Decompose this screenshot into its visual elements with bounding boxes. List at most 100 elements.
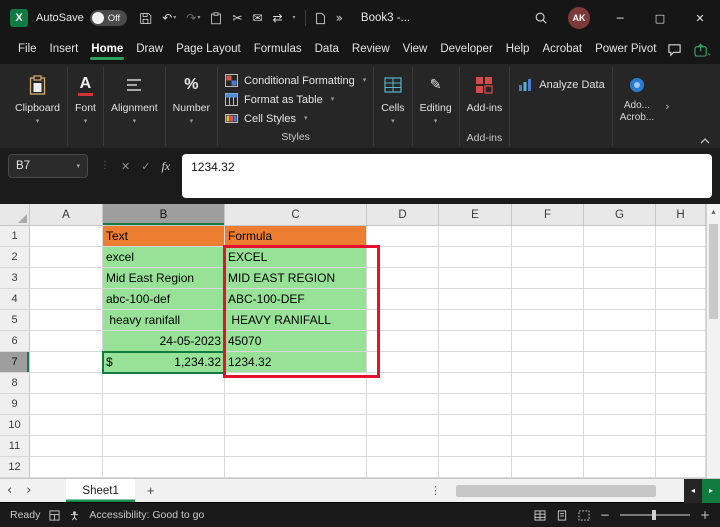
- tab-file[interactable]: File: [16, 38, 39, 63]
- cells-group[interactable]: Cells ▾: [374, 67, 413, 146]
- cell-e7[interactable]: [439, 352, 512, 373]
- cell-c2[interactable]: EXCEL: [225, 247, 367, 268]
- cell-d7[interactable]: [367, 352, 439, 373]
- tab-insert[interactable]: Insert: [48, 38, 81, 63]
- zoom-out-button[interactable]: −: [600, 509, 610, 521]
- cell-c1[interactable]: Formula: [225, 226, 367, 247]
- cell-d10[interactable]: [367, 415, 439, 436]
- row-header-11[interactable]: 11: [0, 436, 30, 457]
- cell-styles-button[interactable]: Cell Styles ▾: [225, 109, 308, 128]
- cell-g1[interactable]: [584, 226, 656, 247]
- cell-f4[interactable]: [512, 289, 584, 310]
- sync-icon[interactable]: ⇄: [268, 9, 286, 27]
- row-header-6[interactable]: 6: [0, 331, 30, 352]
- cells-chevron-icon[interactable]: ▾: [391, 118, 395, 125]
- enter-icon[interactable]: ✓: [141, 161, 150, 172]
- cell-f5[interactable]: [512, 310, 584, 331]
- format-as-table-button[interactable]: Format as Table ▾: [225, 90, 334, 109]
- cell-b9[interactable]: [103, 394, 225, 415]
- zoom-in-button[interactable]: +: [700, 509, 710, 521]
- cell-g11[interactable]: [584, 436, 656, 457]
- cell-e11[interactable]: [439, 436, 512, 457]
- cell-e9[interactable]: [439, 394, 512, 415]
- cell-g3[interactable]: [584, 268, 656, 289]
- cell-e4[interactable]: [439, 289, 512, 310]
- cell-h10[interactable]: [656, 415, 706, 436]
- column-header-d[interactable]: D: [367, 204, 439, 226]
- font-chevron-icon[interactable]: ▾: [84, 118, 88, 125]
- tab-review[interactable]: Review: [350, 38, 392, 63]
- cell-c7[interactable]: 1234.32: [225, 352, 367, 373]
- cell-a7[interactable]: [30, 352, 103, 373]
- cell-a9[interactable]: [30, 394, 103, 415]
- cell-e10[interactable]: [439, 415, 512, 436]
- cell-d3[interactable]: [367, 268, 439, 289]
- cell-h12[interactable]: [656, 457, 706, 478]
- cell-f1[interactable]: [512, 226, 584, 247]
- clipboard-group[interactable]: Clipboard ▾: [8, 67, 68, 146]
- column-header-a[interactable]: A: [30, 204, 103, 226]
- scroll-left-button[interactable]: ◂: [684, 479, 702, 503]
- avatar[interactable]: AK: [568, 7, 590, 29]
- formula-input[interactable]: 1234.32: [182, 154, 712, 198]
- row-header-7[interactable]: 7: [0, 352, 30, 373]
- cancel-icon[interactable]: ✕: [121, 161, 130, 172]
- page-break-view-icon[interactable]: [578, 509, 590, 521]
- cell-f3[interactable]: [512, 268, 584, 289]
- sheet-tab-sheet1[interactable]: Sheet1: [66, 479, 135, 502]
- column-header-h[interactable]: H: [656, 204, 706, 226]
- ribbon-more-chevron-icon[interactable]: ›: [661, 67, 673, 146]
- cell-d5[interactable]: [367, 310, 439, 331]
- minimize-button[interactable]: ─: [600, 0, 640, 36]
- ribbon-collapse-icon[interactable]: [700, 138, 710, 144]
- font-group[interactable]: A Font ▾: [68, 67, 104, 146]
- cell-c3[interactable]: MID EAST REGION: [225, 268, 367, 289]
- sheet-nav-left-icon[interactable]: ‹: [0, 484, 19, 497]
- cell-b11[interactable]: [103, 436, 225, 457]
- row-header-9[interactable]: 9: [0, 394, 30, 415]
- alignment-group[interactable]: Alignment ▾: [104, 67, 166, 146]
- cell-f10[interactable]: [512, 415, 584, 436]
- cell-e5[interactable]: [439, 310, 512, 331]
- cut-icon[interactable]: ✂: [228, 9, 246, 27]
- cell-h7[interactable]: [656, 352, 706, 373]
- normal-view-icon[interactable]: [534, 509, 546, 521]
- number-group[interactable]: % Number ▾: [166, 67, 219, 146]
- cell-b1[interactable]: Text: [103, 226, 225, 247]
- autosave-toggle[interactable]: AutoSave Off: [36, 10, 128, 26]
- sheet-nav-right-icon[interactable]: ›: [19, 484, 38, 497]
- search-icon[interactable]: [524, 11, 558, 25]
- tab-power-pivot[interactable]: Power Pivot: [593, 38, 658, 63]
- cell-e1[interactable]: [439, 226, 512, 247]
- column-header-g[interactable]: G: [584, 204, 656, 226]
- cell-h3[interactable]: [656, 268, 706, 289]
- column-header-e[interactable]: E: [439, 204, 512, 226]
- scroll-up-icon[interactable]: ▴: [707, 204, 720, 216]
- cell-c10[interactable]: [225, 415, 367, 436]
- cell-c4[interactable]: ABC-100-DEF: [225, 289, 367, 310]
- cell-g7[interactable]: [584, 352, 656, 373]
- cell-d11[interactable]: [367, 436, 439, 457]
- share-icon[interactable]: [694, 43, 711, 57]
- cell-a1[interactable]: [30, 226, 103, 247]
- cell-f12[interactable]: [512, 457, 584, 478]
- row-header-5[interactable]: 5: [0, 310, 30, 331]
- cell-d2[interactable]: [367, 247, 439, 268]
- row-header-4[interactable]: 4: [0, 289, 30, 310]
- tab-formulas[interactable]: Formulas: [252, 38, 304, 63]
- name-box[interactable]: B7 ▾: [8, 154, 88, 178]
- select-all-corner[interactable]: [0, 204, 30, 226]
- conditional-formatting-button[interactable]: Conditional Formatting ▾: [225, 71, 366, 90]
- macro-record-icon[interactable]: [49, 509, 60, 521]
- cell-h2[interactable]: [656, 247, 706, 268]
- cell-d12[interactable]: [367, 457, 439, 478]
- addins-group[interactable]: Add-ins Add-ins: [460, 67, 511, 146]
- analyze-data-button[interactable]: Analyze Data: [510, 67, 613, 146]
- cell-h5[interactable]: [656, 310, 706, 331]
- cell-d9[interactable]: [367, 394, 439, 415]
- cell-h11[interactable]: [656, 436, 706, 457]
- horizontal-scrollbar[interactable]: [452, 484, 684, 498]
- cell-g10[interactable]: [584, 415, 656, 436]
- cell-d4[interactable]: [367, 289, 439, 310]
- column-header-b[interactable]: B: [103, 204, 225, 226]
